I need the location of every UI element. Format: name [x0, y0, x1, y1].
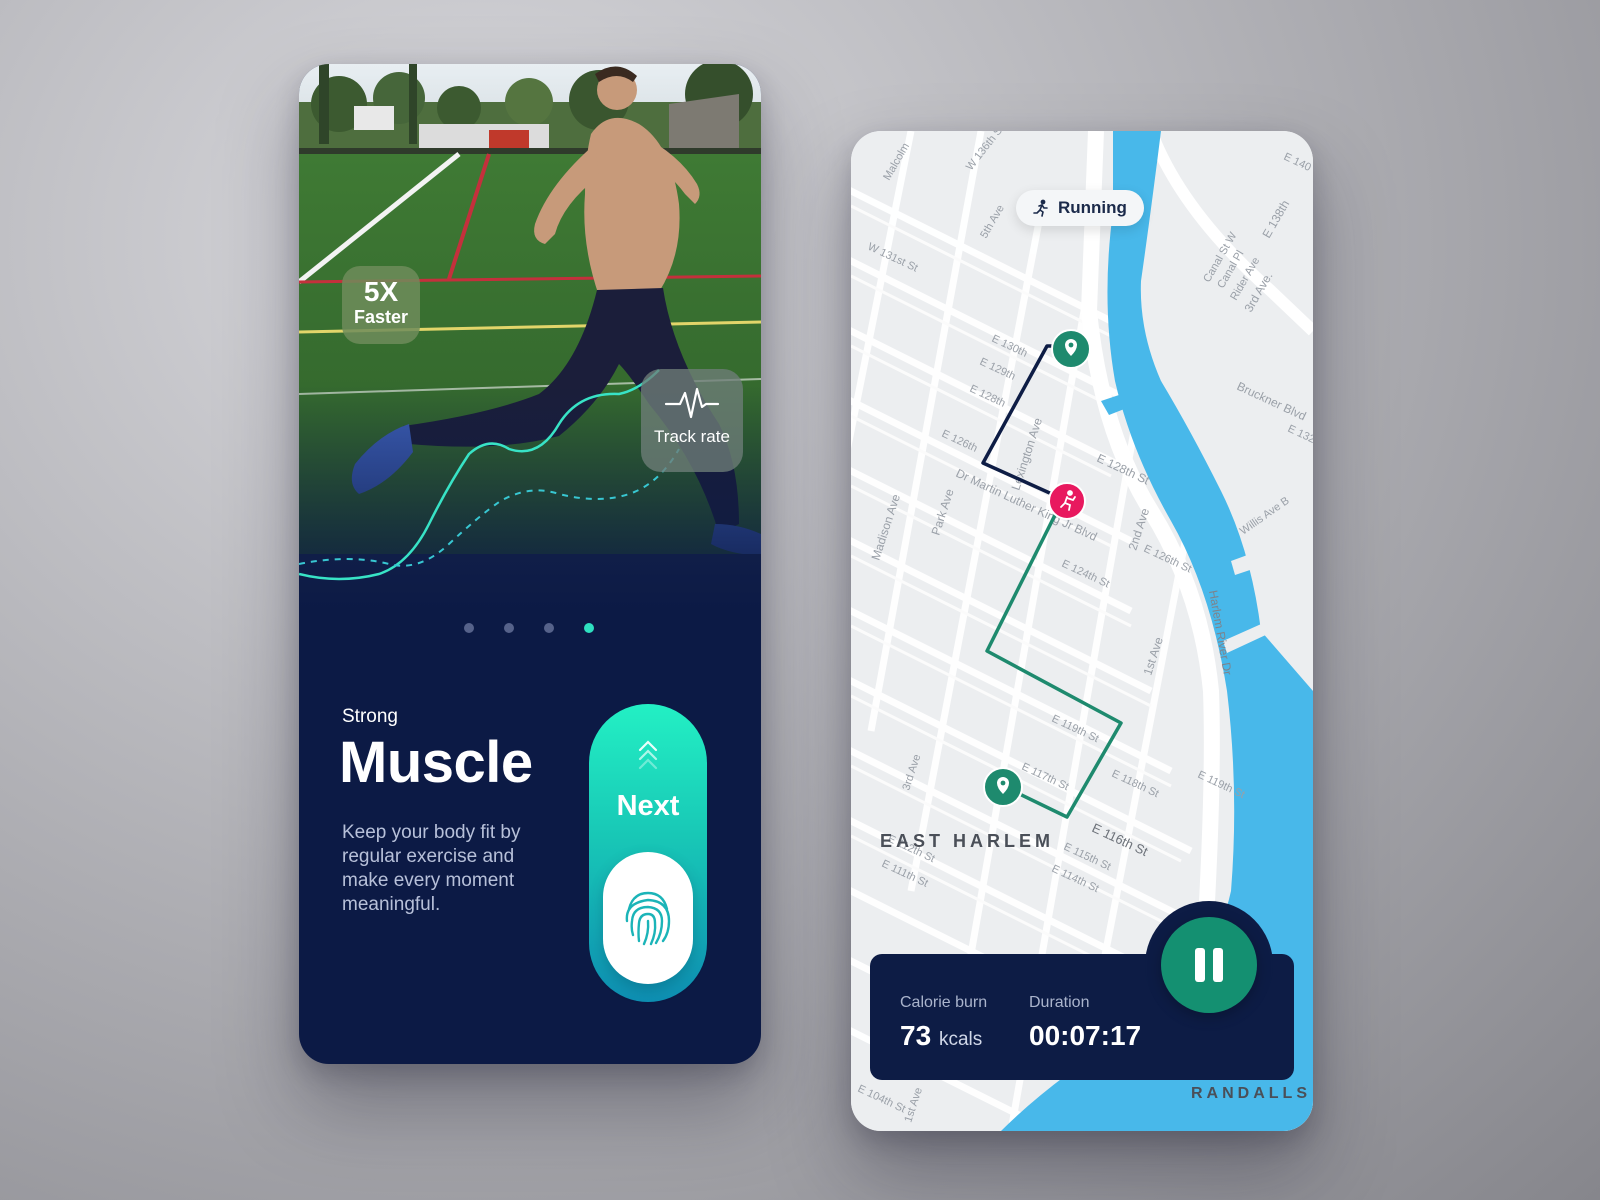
duration-value: 00:07:17 [1029, 1020, 1142, 1051]
chevron-up-icon [638, 740, 658, 770]
duration-stat: Duration 00:07:17 [1029, 994, 1141, 1052]
onboarding-subtitle: Strong [342, 706, 398, 727]
area-label-east-harlem: EAST HARLEM [880, 831, 1054, 851]
route-start-marker[interactable] [983, 767, 1023, 807]
duration-label: Duration [1029, 994, 1090, 1011]
pause-button-ring [1145, 901, 1273, 1029]
speed-badge: 5X Faster [342, 266, 420, 344]
page-dot-1[interactable] [464, 623, 474, 633]
activity-chip-label: Running [1058, 198, 1127, 217]
calorie-label: Calorie burn [900, 994, 988, 1011]
tracking-screen: Malcolm W 136th St 5th Ave W 131st St E … [851, 131, 1313, 1131]
track-rate-badge[interactable]: Track rate [641, 369, 743, 472]
onboarding-screen: 5X Faster Track rate Strong Muscle Keep … [299, 64, 761, 1064]
calorie-value: 73 [900, 1020, 932, 1051]
runner-icon [1033, 199, 1048, 217]
pause-button[interactable] [1161, 917, 1257, 1013]
calorie-stat: Calorie burn 73 kcals [900, 994, 987, 1052]
runner-position-marker[interactable] [1048, 482, 1086, 520]
area-label-randalls: RANDALLS [1191, 1085, 1311, 1102]
activity-chip[interactable]: Running [1016, 190, 1144, 226]
next-button-label[interactable]: Next [589, 790, 707, 823]
page-dot-4[interactable] [584, 623, 594, 633]
speed-badge-label: Faster [353, 307, 409, 327]
fingerprint-button[interactable] [603, 852, 693, 984]
speed-badge-value: 5X [363, 276, 399, 307]
onboarding-description: Keep your body fit by regular exercise a… [342, 822, 521, 915]
fingerprint-icon [625, 891, 671, 946]
route-end-marker[interactable] [1051, 329, 1091, 369]
calorie-unit: kcals [938, 1029, 983, 1050]
pagination-dots [464, 623, 594, 635]
page-dot-3[interactable] [544, 623, 554, 633]
heartbeat-icon [641, 385, 743, 423]
track-rate-label: Track rate [654, 427, 730, 446]
page-dot-2[interactable] [504, 623, 514, 633]
onboarding-title: Muscle [339, 730, 533, 795]
next-slider[interactable]: Next [589, 704, 707, 1002]
